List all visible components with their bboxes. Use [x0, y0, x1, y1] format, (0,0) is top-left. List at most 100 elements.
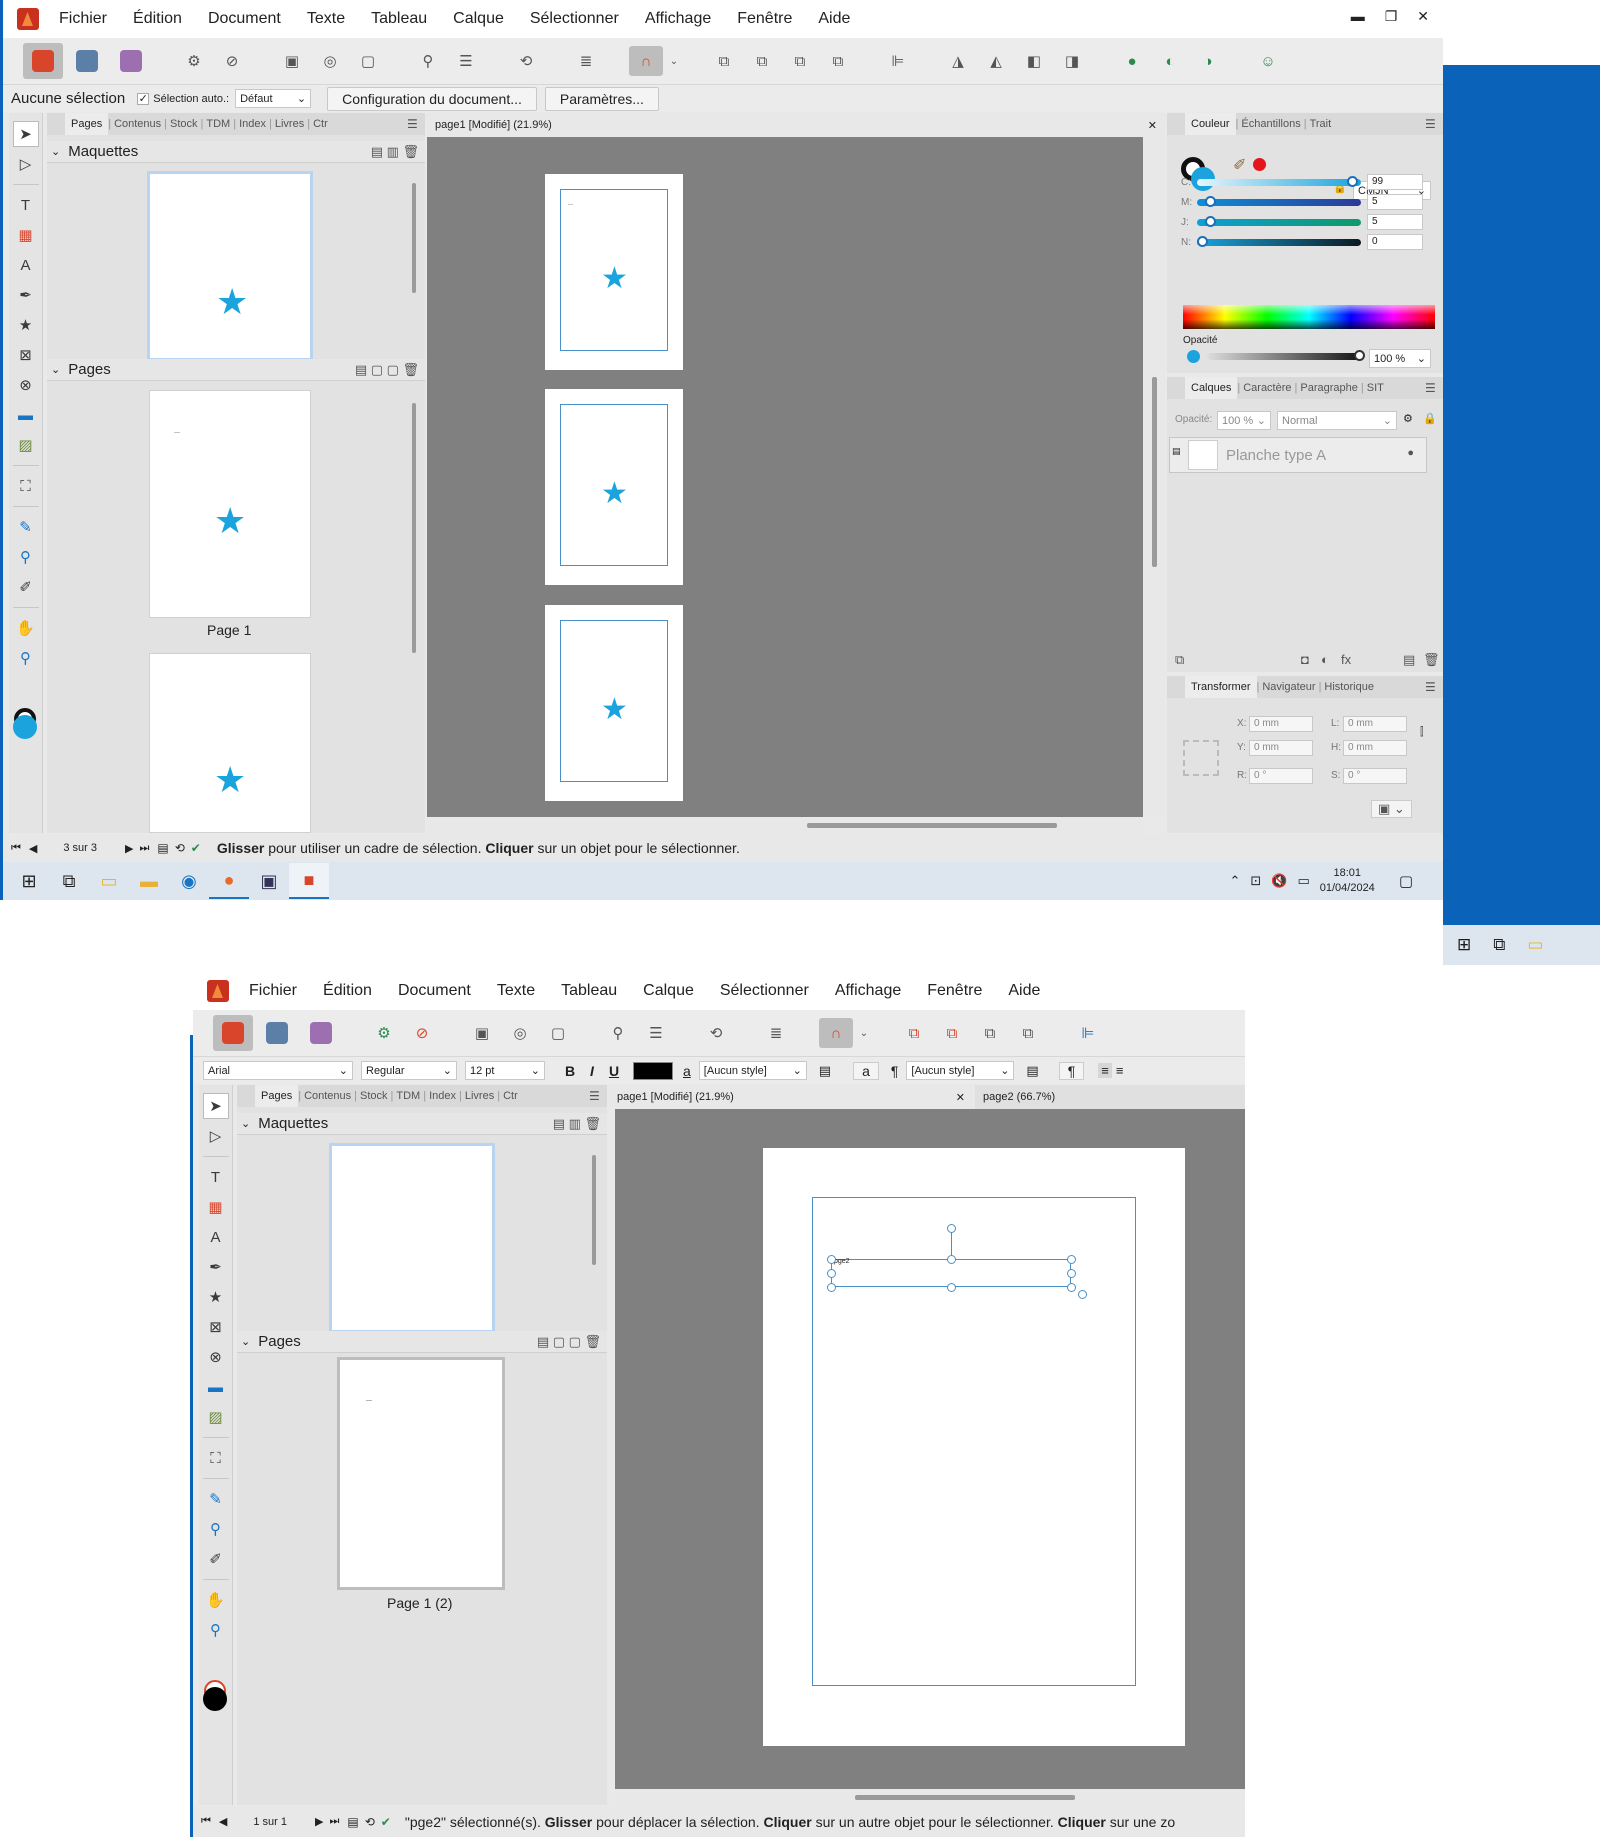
page-1-thumbnail[interactable]: — ★	[149, 390, 311, 618]
pages-scrollbar[interactable]	[412, 403, 416, 653]
page-1-thumbnail[interactable]: —	[337, 1357, 505, 1590]
file-explorer-icon[interactable]: ▭	[1527, 935, 1543, 955]
network-icon[interactable]: ⊡	[1250, 873, 1261, 889]
menu-texte[interactable]: Texte	[497, 982, 535, 1000]
next-page-icon[interactable]: ▶	[125, 842, 133, 855]
resize-handle-se[interactable]	[1067, 1283, 1076, 1292]
windows-start-icon[interactable]: ⊞	[1457, 935, 1471, 955]
last-page-icon[interactable]: ⏭	[329, 1815, 339, 1828]
expand-layer-icon[interactable]: ▤	[1172, 446, 1181, 457]
spread-page-3[interactable]: ★	[545, 605, 683, 801]
character-style-icon[interactable]: a	[683, 1063, 691, 1079]
character-style-dropdown[interactable]: [Aucun style] ⌄	[698, 1061, 807, 1080]
ellipse-frame-tool-icon[interactable]: ⊗	[13, 372, 39, 398]
menu-fichier[interactable]: Fichier	[59, 10, 107, 28]
menu-document[interactable]: Document	[208, 10, 281, 28]
cmyk-slider-track[interactable]	[1197, 176, 1361, 187]
x-field[interactable]: 0 mm	[1249, 716, 1313, 732]
preflight-ok-icon[interactable]: ✔	[191, 841, 201, 855]
tab-pages[interactable]: Pages	[255, 1085, 299, 1107]
canvas-horizontal-scrollbar[interactable]	[427, 817, 1143, 833]
menu-tableau[interactable]: Tableau	[371, 10, 427, 28]
edge-browser-icon[interactable]: ◉	[169, 863, 209, 899]
canvas-vertical-scrollbar[interactable]	[1144, 137, 1165, 817]
table-tool-icon[interactable]: ▦	[203, 1194, 229, 1220]
cmyk-slider-track[interactable]	[1197, 216, 1361, 227]
tab-contenus[interactable]: Contenus	[111, 118, 164, 130]
zoom-tool-icon[interactable]: ⚲	[13, 645, 39, 671]
text-frame-tool-icon[interactable]: T	[13, 192, 39, 218]
photo-persona-icon[interactable]	[257, 1015, 297, 1051]
ellipse-frame-tool-icon[interactable]: ⊗	[203, 1344, 229, 1370]
tab-tdm[interactable]: TDM	[393, 1090, 423, 1102]
cmyk-slider-track[interactable]	[1197, 196, 1361, 207]
rotate-right-icon[interactable]: ◨	[1055, 46, 1089, 76]
tab-historique[interactable]: Historique	[1321, 681, 1377, 693]
frame-text-icon[interactable]: ≣	[569, 46, 603, 76]
move-backward-icon[interactable]: ⧉	[745, 46, 779, 76]
cmyk-slider-knob[interactable]	[1197, 236, 1208, 247]
node-tool-icon[interactable]: ▷	[203, 1123, 229, 1149]
color-picker-tool-icon[interactable]: ✐	[203, 1546, 229, 1572]
pages-section-header[interactable]: ⌄ Pages ▤ ▢ ▢ 🗑	[237, 1331, 607, 1353]
tab-trait[interactable]: Trait	[1307, 118, 1335, 130]
preferences-icon[interactable]: ⚙	[367, 1018, 401, 1048]
picture-frame-tool-icon[interactable]: ⊠	[13, 342, 39, 368]
windows-start-icon[interactable]: ⊞	[9, 863, 49, 899]
opacity-knob[interactable]	[1354, 350, 1365, 361]
master-thumbnail[interactable]	[329, 1143, 495, 1333]
boolean-add-icon[interactable]: ●	[1115, 46, 1149, 76]
page2-canvas-page[interactable]: pge2	[763, 1148, 1185, 1746]
layer-visibility-dot-icon[interactable]: ●	[1407, 447, 1414, 459]
masters-section-header[interactable]: ⌄ Maquettes ▤ ▥ 🗑	[47, 141, 425, 163]
canvas-horizontal-scrollbar[interactable]	[615, 1789, 1245, 1805]
current-color-dot[interactable]	[1253, 158, 1266, 171]
tab-calques[interactable]: Calques	[1185, 377, 1238, 399]
link-status-icon[interactable]: ⟲	[365, 1815, 375, 1829]
restore-icon[interactable]: ❐	[1385, 8, 1398, 25]
resize-handle-w[interactable]	[827, 1269, 836, 1278]
task-view-icon[interactable]: ⧉	[49, 863, 89, 899]
volume-mute-icon[interactable]: 🔇	[1271, 873, 1287, 889]
image-resource-tool-icon[interactable]: ▨	[203, 1404, 229, 1430]
tab-caractere[interactable]: Caractère	[1240, 382, 1294, 394]
page-options-icons[interactable]: ▤ ▢ ▢ 🗑	[355, 362, 419, 378]
fill-stroke-swatch-icon[interactable]	[12, 703, 39, 743]
transform-origin-icon[interactable]: ▣ ⌄	[1371, 800, 1412, 818]
text-color-swatch[interactable]	[633, 1061, 673, 1080]
tab-couleur[interactable]: Couleur	[1185, 113, 1236, 135]
hand-tool-icon[interactable]: ✋	[13, 615, 39, 641]
tab-index[interactable]: Index	[426, 1090, 459, 1102]
text-frame-link-icon[interactable]: ⟲	[699, 1018, 733, 1048]
view-mode-bleed-icon[interactable]: ◎	[313, 46, 347, 76]
rotate-left-icon[interactable]: ◧	[1017, 46, 1051, 76]
pin-icon[interactable]: ⚲	[601, 1018, 635, 1048]
spread-page-1[interactable]: — ★	[545, 174, 683, 370]
close-tab-icon[interactable]: ✕	[1148, 119, 1157, 132]
prev-page-icon[interactable]: ◀	[29, 842, 37, 855]
tab-ctr[interactable]: Ctr	[310, 118, 331, 130]
node-tool-icon[interactable]: ▷	[13, 151, 39, 177]
tab-tdm[interactable]: TDM	[203, 118, 233, 130]
firefox-icon[interactable]: ●	[209, 863, 249, 899]
move-back-icon[interactable]: ⧉	[707, 46, 741, 76]
aspect-lock-icon[interactable]: ⫿	[1420, 726, 1424, 739]
place-image-tool-icon[interactable]: ▬	[203, 1374, 229, 1400]
text-frame-link-icon[interactable]: ⟲	[509, 46, 543, 76]
fill-tool-icon[interactable]: ✎	[13, 514, 39, 540]
last-page-icon[interactable]: ⏭	[139, 842, 149, 855]
explorer-pinned-icon[interactable]: ▭	[89, 863, 129, 899]
page-2-thumbnail[interactable]: ★	[149, 653, 311, 833]
snapping-dropdown-icon[interactable]: ⌄	[857, 1018, 871, 1048]
tab-contenus[interactable]: Contenus	[301, 1090, 354, 1102]
pin-icon[interactable]: ⚲	[411, 46, 445, 76]
screen-capture-icon[interactable]: ▣	[249, 863, 289, 899]
tab-paragraphe[interactable]: Paragraphe	[1297, 382, 1361, 394]
menu-edition[interactable]: Édition	[323, 982, 372, 1000]
layer-clone-icon[interactable]: ⧉	[1175, 652, 1184, 668]
document-setup-button[interactable]: Configuration du document...	[327, 86, 537, 111]
hand-tool-icon[interactable]: ✋	[203, 1587, 229, 1613]
menu-calque[interactable]: Calque	[643, 982, 694, 1000]
table-tool-icon[interactable]: ▦	[13, 222, 39, 248]
crop-tool-icon[interactable]: ⛶	[203, 1445, 229, 1471]
